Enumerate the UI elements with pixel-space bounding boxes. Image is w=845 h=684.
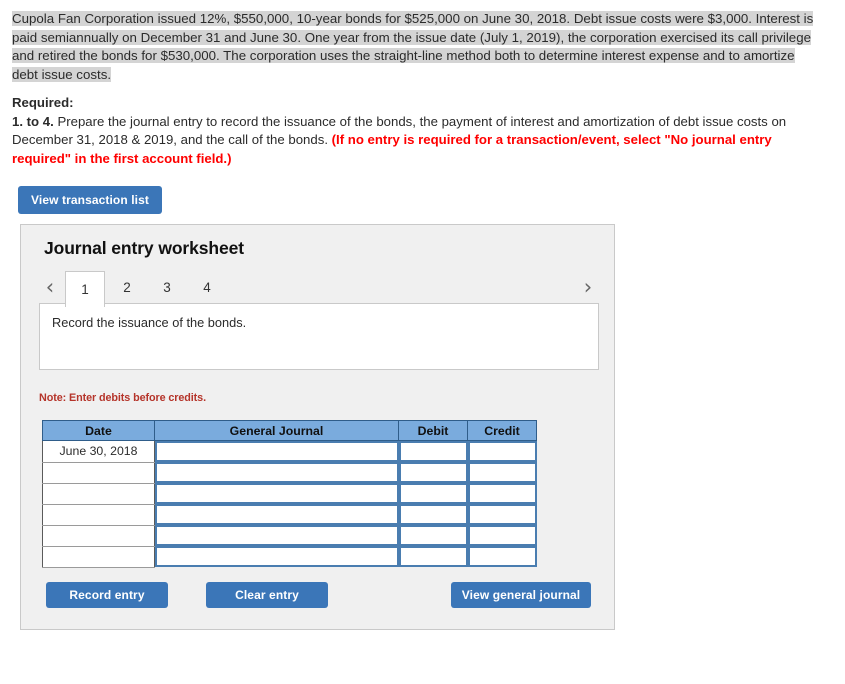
row-date-cell[interactable] — [42, 545, 155, 568]
table-row — [42, 482, 537, 505]
column-header-credit: Credit — [467, 420, 537, 441]
debit-input[interactable] — [398, 483, 468, 504]
row-date-cell[interactable] — [42, 482, 155, 505]
credit-input[interactable] — [467, 525, 537, 546]
general-journal-input[interactable] — [155, 483, 399, 504]
credit-input[interactable] — [467, 462, 537, 483]
chevron-right-icon[interactable]: › — [577, 271, 599, 304]
view-transaction-list-button[interactable]: View transaction list — [18, 186, 162, 214]
row-general-journal-cell — [154, 462, 399, 483]
row-debit-cell — [398, 546, 468, 567]
credit-input[interactable] — [467, 483, 537, 504]
general-journal-input[interactable] — [155, 525, 399, 546]
debit-input[interactable] — [398, 462, 468, 483]
row-credit-cell — [467, 504, 537, 525]
general-journal-input[interactable] — [155, 504, 399, 525]
row-debit-cell — [398, 483, 468, 504]
table-row: June 30, 2018 — [42, 440, 537, 463]
row-date-cell[interactable] — [42, 524, 155, 547]
debit-input[interactable] — [398, 441, 468, 462]
credit-input[interactable] — [467, 504, 537, 525]
worksheet-tab-strip: ‹ 1 2 3 4 › — [39, 271, 599, 307]
row-debit-cell — [398, 504, 468, 525]
chevron-left-icon[interactable]: ‹ — [39, 271, 61, 304]
general-journal-input[interactable] — [155, 462, 399, 483]
column-header-date: Date — [42, 420, 155, 441]
table-row — [42, 524, 537, 547]
row-credit-cell — [467, 525, 537, 546]
tab-4[interactable]: 4 — [187, 271, 227, 304]
view-general-journal-button[interactable]: View general journal — [451, 582, 591, 608]
tab-1[interactable]: 1 — [65, 271, 105, 307]
row-general-journal-cell — [154, 504, 399, 525]
row-credit-cell — [467, 440, 537, 462]
clear-entry-button[interactable]: Clear entry — [206, 582, 328, 608]
required-section: Required: 1. to 4. Prepare the journal e… — [12, 94, 812, 168]
problem-statement: Cupola Fan Corporation issued 12%, $550,… — [12, 10, 824, 84]
column-header-general-journal: General Journal — [154, 420, 399, 441]
row-general-journal-cell — [154, 440, 399, 462]
credit-input[interactable] — [467, 546, 537, 567]
table-row — [42, 545, 537, 568]
row-credit-cell — [467, 462, 537, 483]
debit-input[interactable] — [398, 504, 468, 525]
table-row — [42, 461, 537, 484]
row-date-cell[interactable] — [42, 461, 155, 484]
table-header-row: Date General Journal Debit Credit — [42, 420, 537, 441]
required-item-number: 1. to 4. — [12, 113, 54, 129]
record-entry-button[interactable]: Record entry — [46, 582, 168, 608]
credit-input[interactable] — [467, 441, 537, 462]
transaction-description-text: Record the issuance of the bonds. — [52, 315, 247, 330]
table-row — [42, 503, 537, 526]
journal-entry-worksheet-panel: Journal entry worksheet ‹ 1 2 3 4 › Reco… — [20, 224, 615, 630]
general-journal-input[interactable] — [155, 546, 399, 567]
problem-statement-text: Cupola Fan Corporation issued 12%, $550,… — [12, 11, 814, 82]
tab-3[interactable]: 3 — [147, 271, 187, 304]
general-journal-input[interactable] — [155, 441, 399, 462]
debit-input[interactable] — [398, 546, 468, 567]
row-date-cell[interactable]: June 30, 2018 — [42, 440, 155, 463]
row-debit-cell — [398, 462, 468, 483]
journal-entry-table: Date General Journal Debit Credit June 3… — [42, 420, 537, 568]
row-debit-cell — [398, 440, 468, 462]
debit-input[interactable] — [398, 525, 468, 546]
debits-before-credits-note: Note: Enter debits before credits. — [39, 392, 206, 404]
row-general-journal-cell — [154, 546, 399, 567]
tab-2[interactable]: 2 — [107, 271, 147, 304]
worksheet-title: Journal entry worksheet — [44, 238, 244, 258]
column-header-debit: Debit — [398, 420, 468, 441]
row-general-journal-cell — [154, 483, 399, 504]
required-heading: Required: — [12, 95, 74, 110]
row-credit-cell — [467, 546, 537, 567]
row-date-cell[interactable] — [42, 503, 155, 526]
row-debit-cell — [398, 525, 468, 546]
row-general-journal-cell — [154, 525, 399, 546]
transaction-description-box: Record the issuance of the bonds. — [39, 303, 599, 370]
row-credit-cell — [467, 483, 537, 504]
